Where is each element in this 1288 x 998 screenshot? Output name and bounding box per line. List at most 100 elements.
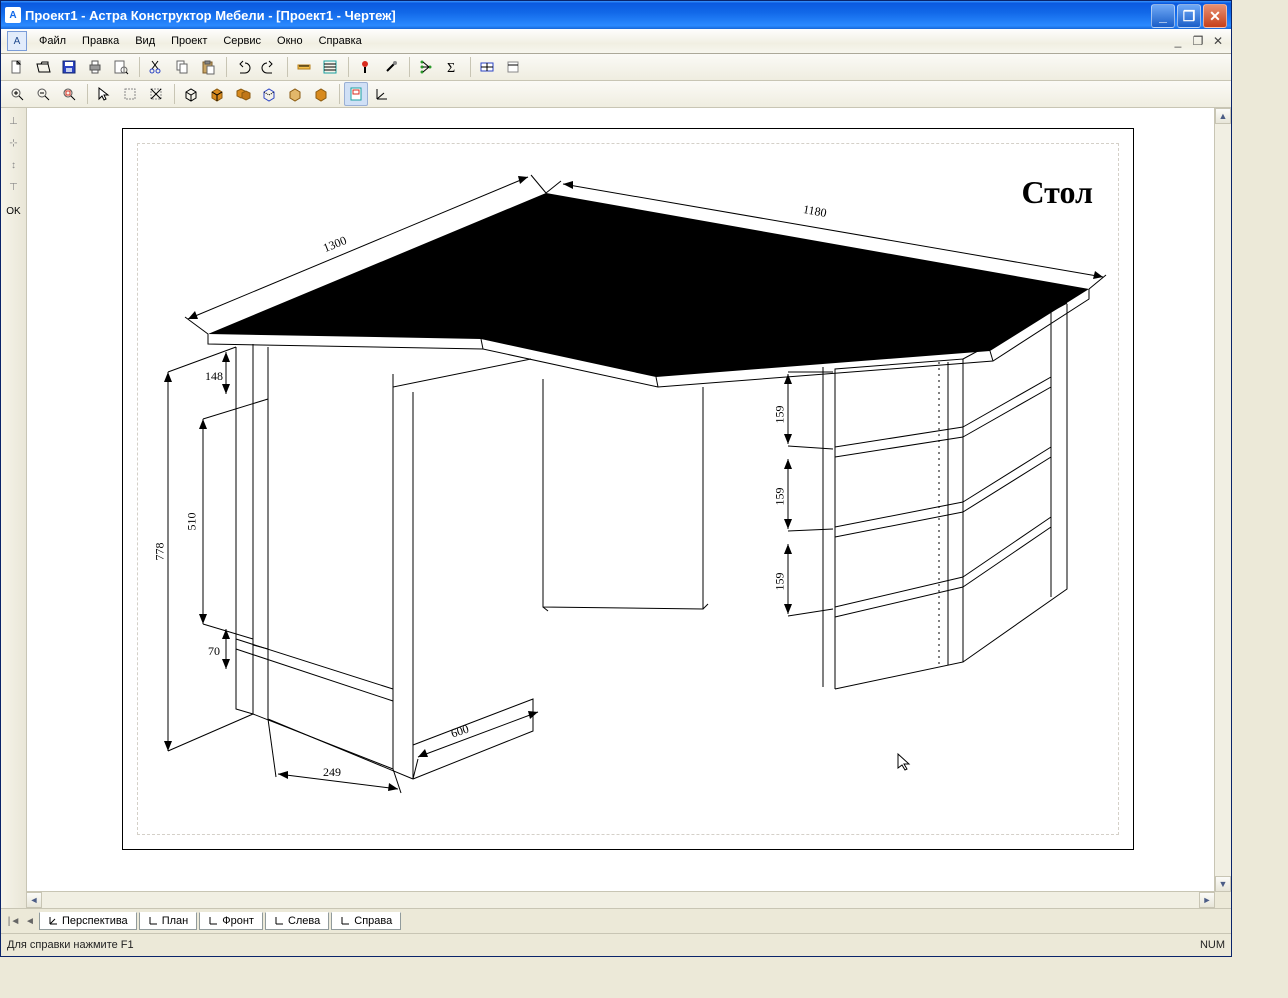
menu-project[interactable]: Проект [163, 32, 215, 50]
toolbar-view [1, 81, 1231, 108]
axis-button[interactable] [370, 82, 394, 106]
menu-edit[interactable]: Правка [74, 32, 127, 50]
box-solid-button[interactable] [205, 82, 229, 106]
status-num: NUM [1200, 939, 1225, 951]
scroll-left-button[interactable]: ◄ [26, 892, 42, 908]
open-button[interactable] [31, 55, 55, 79]
box-wire-button[interactable] [179, 82, 203, 106]
mdi-controls: _ ❐ ✕ [1171, 34, 1231, 48]
tab-perspective[interactable]: Перспектива [39, 912, 137, 930]
dim-159c: 159 [773, 573, 788, 591]
title-text: Проект1 - Астра Конструктор Мебели - [Пр… [25, 8, 396, 23]
view-tabs: |◄ ◄ Перспектива План Фронт Слева Справа [1, 908, 1231, 933]
app-icon: A [5, 7, 21, 23]
mdi-minimize-button[interactable]: _ [1171, 34, 1185, 48]
undo-button[interactable] [231, 55, 255, 79]
tab-right[interactable]: Справа [331, 912, 401, 930]
tab-label: Слева [288, 915, 320, 927]
statusbar: Для справки нажмите F1 NUM [1, 933, 1231, 956]
separator [87, 84, 88, 104]
horizontal-scrollbar[interactable]: ◄ ► [26, 891, 1215, 908]
box-hidden-button[interactable] [257, 82, 281, 106]
redo-button[interactable] [257, 55, 281, 79]
vertical-scrollbar[interactable]: ▲ ▼ [1214, 108, 1231, 892]
dim-70: 70 [208, 644, 220, 659]
zoom-in-button[interactable] [5, 82, 29, 106]
axes-icon [48, 916, 58, 926]
ok-button[interactable]: OK [6, 206, 20, 217]
sheet-button[interactable] [475, 55, 499, 79]
select-button[interactable] [92, 82, 116, 106]
dim-159a: 159 [773, 406, 788, 424]
minimize-button[interactable]: _ [1151, 4, 1175, 28]
ruler-button[interactable] [292, 55, 316, 79]
scroll-down-button[interactable]: ▼ [1215, 876, 1231, 892]
cut-button[interactable] [144, 55, 168, 79]
panel-button[interactable] [318, 55, 342, 79]
close-button[interactable]: ✕ [1203, 4, 1227, 28]
preview-button[interactable] [109, 55, 133, 79]
box-orange-button[interactable] [309, 82, 333, 106]
drawing-frame: Стол 1300 1180 148 778 510 70 249 600 14… [122, 128, 1134, 850]
copy-button[interactable] [170, 55, 194, 79]
tree-button[interactable] [414, 55, 438, 79]
svg-text:Σ: Σ [447, 61, 455, 75]
canvas-wrap: Стол 1300 1180 148 778 510 70 249 600 14… [27, 108, 1231, 908]
axes-icon [208, 916, 218, 926]
page-mode-button[interactable] [344, 82, 368, 106]
dim-249: 249 [323, 765, 341, 780]
tabs-prev-button[interactable]: ◄ [23, 912, 37, 930]
tab-plan[interactable]: План [139, 912, 198, 930]
drawing-svg [123, 129, 1133, 849]
mdi-close-button[interactable]: ✕ [1211, 34, 1225, 48]
deselect-button[interactable] [144, 82, 168, 106]
zoom-fit-button[interactable] [57, 82, 81, 106]
save-button[interactable] [57, 55, 81, 79]
drawing-title: Стол [1021, 174, 1093, 211]
paste-button[interactable] [196, 55, 220, 79]
dim-148a: 148 [205, 369, 223, 384]
separator [287, 57, 288, 77]
snap4-icon[interactable]: ⊤ [5, 178, 23, 196]
print-button[interactable] [83, 55, 107, 79]
tab-left[interactable]: Слева [265, 912, 329, 930]
scroll-right-button[interactable]: ► [1199, 892, 1215, 908]
separator [409, 57, 410, 77]
snap1-icon[interactable]: ⊥ [5, 112, 23, 130]
separator [339, 84, 340, 104]
tool-button[interactable] [379, 55, 403, 79]
separator [470, 57, 471, 77]
canvas[interactable]: Стол 1300 1180 148 778 510 70 249 600 14… [27, 108, 1231, 908]
menu-help[interactable]: Справка [311, 32, 370, 50]
scroll-corner [1215, 892, 1231, 908]
tabs-first-button[interactable]: |◄ [7, 912, 21, 930]
snap3-icon[interactable]: ↕ [5, 156, 23, 174]
select-window-button[interactable] [118, 82, 142, 106]
zoom-out-button[interactable] [31, 82, 55, 106]
separator [139, 57, 140, 77]
maximize-button[interactable]: ❐ [1177, 4, 1201, 28]
titlebar: A Проект1 - Астра Конструктор Мебели - [… [1, 1, 1231, 29]
box-multi-button[interactable] [231, 82, 255, 106]
new-button[interactable] [5, 55, 29, 79]
scroll-track[interactable] [42, 892, 1199, 908]
sheet2-button[interactable] [501, 55, 525, 79]
menu-file[interactable]: Файл [31, 32, 74, 50]
box-edges-button[interactable] [283, 82, 307, 106]
sum-button[interactable]: Σ [440, 55, 464, 79]
menu-service[interactable]: Сервис [215, 32, 269, 50]
snap2-icon[interactable]: ⊹ [5, 134, 23, 152]
separator [348, 57, 349, 77]
mdi-restore-button[interactable]: ❐ [1191, 34, 1205, 48]
tab-label: План [162, 915, 189, 927]
tab-label: Перспектива [62, 915, 128, 927]
scroll-up-button[interactable]: ▲ [1215, 108, 1231, 124]
left-toolbar: ⊥ ⊹ ↕ ⊤ OK [1, 108, 27, 908]
tab-front[interactable]: Фронт [199, 912, 263, 930]
separator [226, 57, 227, 77]
menu-window[interactable]: Окно [269, 32, 311, 50]
scroll-track[interactable] [1215, 124, 1231, 876]
pin-button[interactable] [353, 55, 377, 79]
menu-view[interactable]: Вид [127, 32, 163, 50]
separator [174, 84, 175, 104]
